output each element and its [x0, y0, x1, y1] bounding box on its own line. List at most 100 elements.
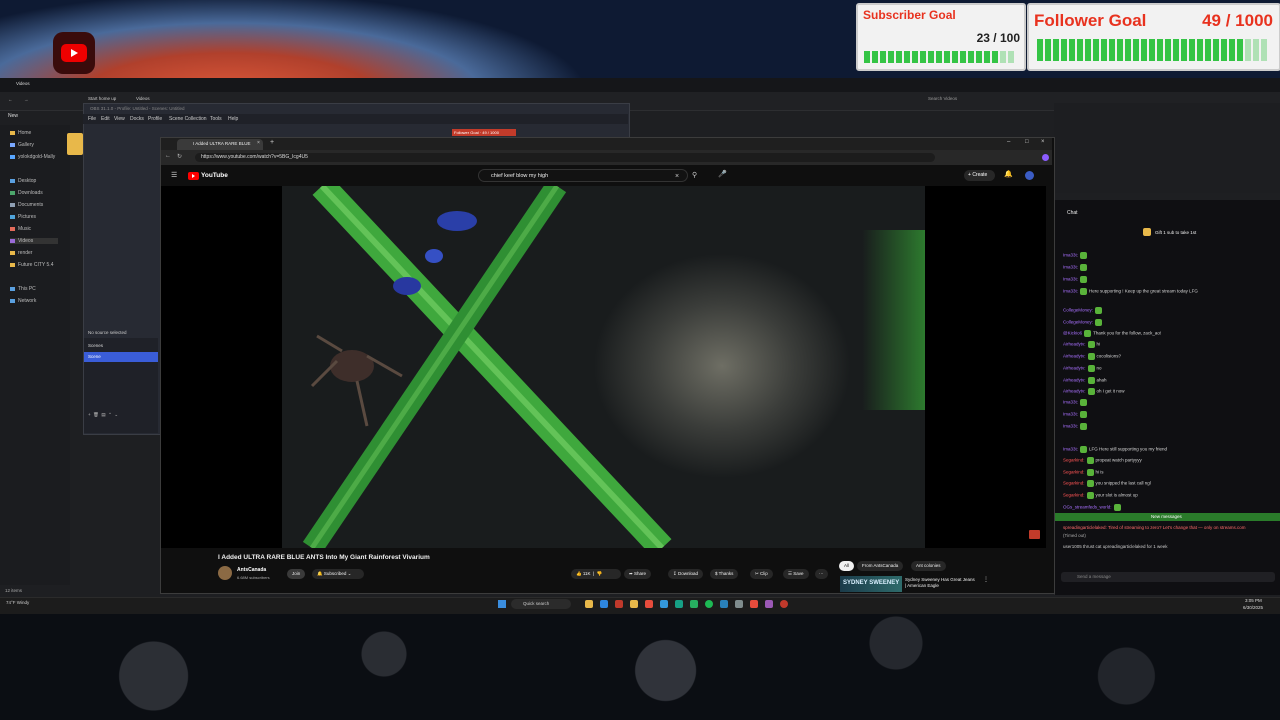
obs-menu-profile[interactable]: Profile — [148, 116, 162, 122]
browser-url-field[interactable]: https://www.youtube.com/watch?v=5BG_Icg4… — [195, 153, 935, 162]
chat-username[interactable]: Ima33t: — [1063, 412, 1078, 417]
explorer-home-tab[interactable]: Start home up — [88, 96, 116, 101]
search-icon[interactable]: ⚲ — [692, 171, 697, 179]
chat-username[interactable]: Segarkind: — [1063, 493, 1085, 498]
suggested-video-title[interactable]: Sydney Sweeney Has Great Jeans | America… — [905, 577, 975, 589]
sidebar-item-gallery[interactable]: Gallery — [10, 142, 34, 148]
youtube-search-input[interactable]: chief keef blow my high × — [478, 169, 688, 182]
obs-menu-help[interactable]: Help — [228, 116, 238, 122]
youtube-logo-icon[interactable] — [188, 172, 199, 180]
chat-username[interactable]: OGs_streamfeds_world: — [1063, 505, 1112, 510]
channel-avatar[interactable] — [218, 566, 232, 580]
chat-username[interactable]: Airheadytv: — [1063, 342, 1086, 347]
chat-username[interactable]: Ima33t: — [1063, 277, 1078, 282]
chrome-taskbar-icon[interactable] — [780, 600, 788, 608]
sidebar-item-documents[interactable]: Documents — [10, 202, 43, 208]
folder-icon[interactable] — [67, 133, 83, 155]
obs-menu-view[interactable]: View — [114, 116, 125, 122]
microphone-icon[interactable]: 🎤 — [718, 170, 727, 178]
app-taskbar-icon-7[interactable] — [765, 600, 773, 608]
filter-chip-ant-colonies[interactable]: Ant colonies — [911, 561, 946, 571]
chat-username[interactable]: Airheadytv: — [1063, 354, 1086, 359]
sidebar-item-pictures[interactable]: Pictures — [10, 214, 36, 220]
obs-menu-scene-collection[interactable]: Scene Collection — [169, 116, 207, 122]
chat-username[interactable]: Airheadytv: — [1063, 378, 1086, 383]
obs-menu-tools[interactable]: Tools — [210, 116, 222, 122]
obs-menu-docks[interactable]: Docks — [130, 116, 144, 122]
close-window-icon[interactable]: × — [1041, 139, 1045, 145]
chat-gift-banner[interactable]: Gift 1 sub to take 1st — [1155, 230, 1196, 235]
sidebar-item-onedrive[interactable]: yolokdgold-Mally — [10, 154, 55, 160]
video-frame-ants-on-stems[interactable] — [282, 186, 925, 548]
sidebar-item-future-city[interactable]: Future CITY 5.4 — [10, 262, 53, 268]
spotify-taskbar-icon[interactable] — [705, 600, 713, 608]
forward-icon[interactable]: → — [24, 97, 29, 102]
sidebar-item-videos[interactable]: Videos — [10, 238, 58, 244]
channel-watermark-icon[interactable] — [1029, 530, 1040, 539]
windows-start-icon[interactable] — [498, 600, 506, 608]
sidebar-item-music[interactable]: Music — [10, 226, 31, 232]
app-taskbar-icon-6[interactable] — [750, 600, 758, 608]
suggested-more-icon[interactable]: ⋮ — [983, 576, 989, 583]
download-button[interactable]: ↧ Download — [668, 569, 704, 579]
taskbar-search-box[interactable]: Quick search — [511, 599, 571, 609]
chat-input[interactable]: Send a message — [1061, 572, 1275, 582]
clip-button[interactable]: ✂ Clip — [750, 569, 773, 579]
explorer-search-input[interactable]: Search Videos — [928, 96, 957, 101]
chat-username[interactable]: @Kickio6 — [1063, 331, 1082, 336]
maximize-icon[interactable]: □ — [1025, 139, 1029, 145]
chat-username[interactable]: Airheadytv: — [1063, 389, 1086, 394]
app-taskbar-icon-1[interactable] — [645, 600, 653, 608]
subscribed-button[interactable]: 🔔 Subscribed ⌄ — [312, 569, 364, 579]
obs-menu-edit[interactable]: Edit — [101, 116, 110, 122]
chat-username[interactable]: CollegeMoney: — [1063, 308, 1093, 313]
xbox-taskbar-icon[interactable] — [690, 600, 698, 608]
browser-back-icon[interactable]: ← — [165, 153, 171, 159]
app-taskbar-icon-4[interactable] — [720, 600, 728, 608]
explorer-breadcrumb[interactable]: Videos — [136, 96, 150, 101]
filter-chip-from-channel[interactable]: From AntsCanada — [857, 561, 904, 571]
browser-reload-icon[interactable]: ↻ — [177, 153, 182, 160]
explorer-new-button[interactable]: New — [8, 113, 18, 119]
hamburger-menu-icon[interactable]: ☰ — [171, 171, 177, 179]
chat-username[interactable]: Ima33t: — [1063, 265, 1078, 270]
save-button[interactable]: ☰ Save — [783, 569, 809, 579]
sidebar-item-desktop[interactable]: Desktop — [10, 178, 36, 184]
clear-search-icon[interactable]: × — [675, 170, 679, 183]
sidebar-item-render[interactable]: render — [10, 250, 32, 256]
chat-username[interactable]: Segarkind: — [1063, 458, 1085, 463]
chat-username[interactable]: Segarkind: — [1063, 470, 1085, 475]
explorer-title[interactable]: Videos — [16, 81, 30, 86]
share-button[interactable]: ➦ Share — [624, 569, 652, 579]
weather-widget[interactable]: 74°F Windy — [6, 600, 29, 605]
browser-active-tab[interactable]: I Added ULTRA RARE BLUE × — [177, 139, 263, 150]
chat-username[interactable]: Ima33t: — [1063, 447, 1078, 452]
chat-username[interactable]: Ima33t: — [1063, 424, 1078, 429]
chat-username[interactable]: Segarkind: — [1063, 481, 1085, 486]
obs-scene-item[interactable]: Scene — [84, 352, 158, 362]
chat-username[interactable]: Airheadytv: — [1063, 366, 1086, 371]
app-taskbar-icon-5[interactable] — [735, 600, 743, 608]
chat-username[interactable]: Ima33t: — [1063, 400, 1078, 405]
obs-menu-file[interactable]: File — [88, 116, 96, 122]
taskbar-clock-time[interactable]: 3:05 PM — [1245, 598, 1262, 603]
like-button[interactable]: 👍 11K | 👎 — [571, 569, 621, 579]
obs-taskbar-icon[interactable] — [615, 600, 623, 608]
back-icon[interactable]: ← — [8, 97, 13, 102]
minimize-icon[interactable]: – — [1007, 139, 1010, 145]
edge-taskbar-icon[interactable] — [600, 600, 608, 608]
thanks-button[interactable]: $ Thanks — [710, 569, 739, 579]
sidebar-item-downloads[interactable]: Downloads — [10, 190, 43, 196]
browser-profile-avatar[interactable] — [1042, 154, 1049, 161]
folder-taskbar-icon[interactable] — [630, 600, 638, 608]
file-explorer-taskbar-icon[interactable] — [585, 600, 593, 608]
suggested-video-thumbnail[interactable]: SYDNEY SWEENEY — [840, 576, 902, 592]
app-taskbar-icon-3[interactable] — [675, 600, 683, 608]
new-messages-bar[interactable]: New messages — [1055, 513, 1280, 521]
create-button[interactable]: + Create — [964, 170, 995, 181]
filter-chip-all[interactable]: All — [839, 561, 855, 571]
chat-username[interactable]: CollegeMoney: — [1063, 320, 1093, 325]
account-avatar[interactable] — [1025, 171, 1034, 180]
sidebar-item-home[interactable]: Home — [10, 130, 31, 136]
sidebar-item-network[interactable]: Network — [10, 298, 36, 304]
